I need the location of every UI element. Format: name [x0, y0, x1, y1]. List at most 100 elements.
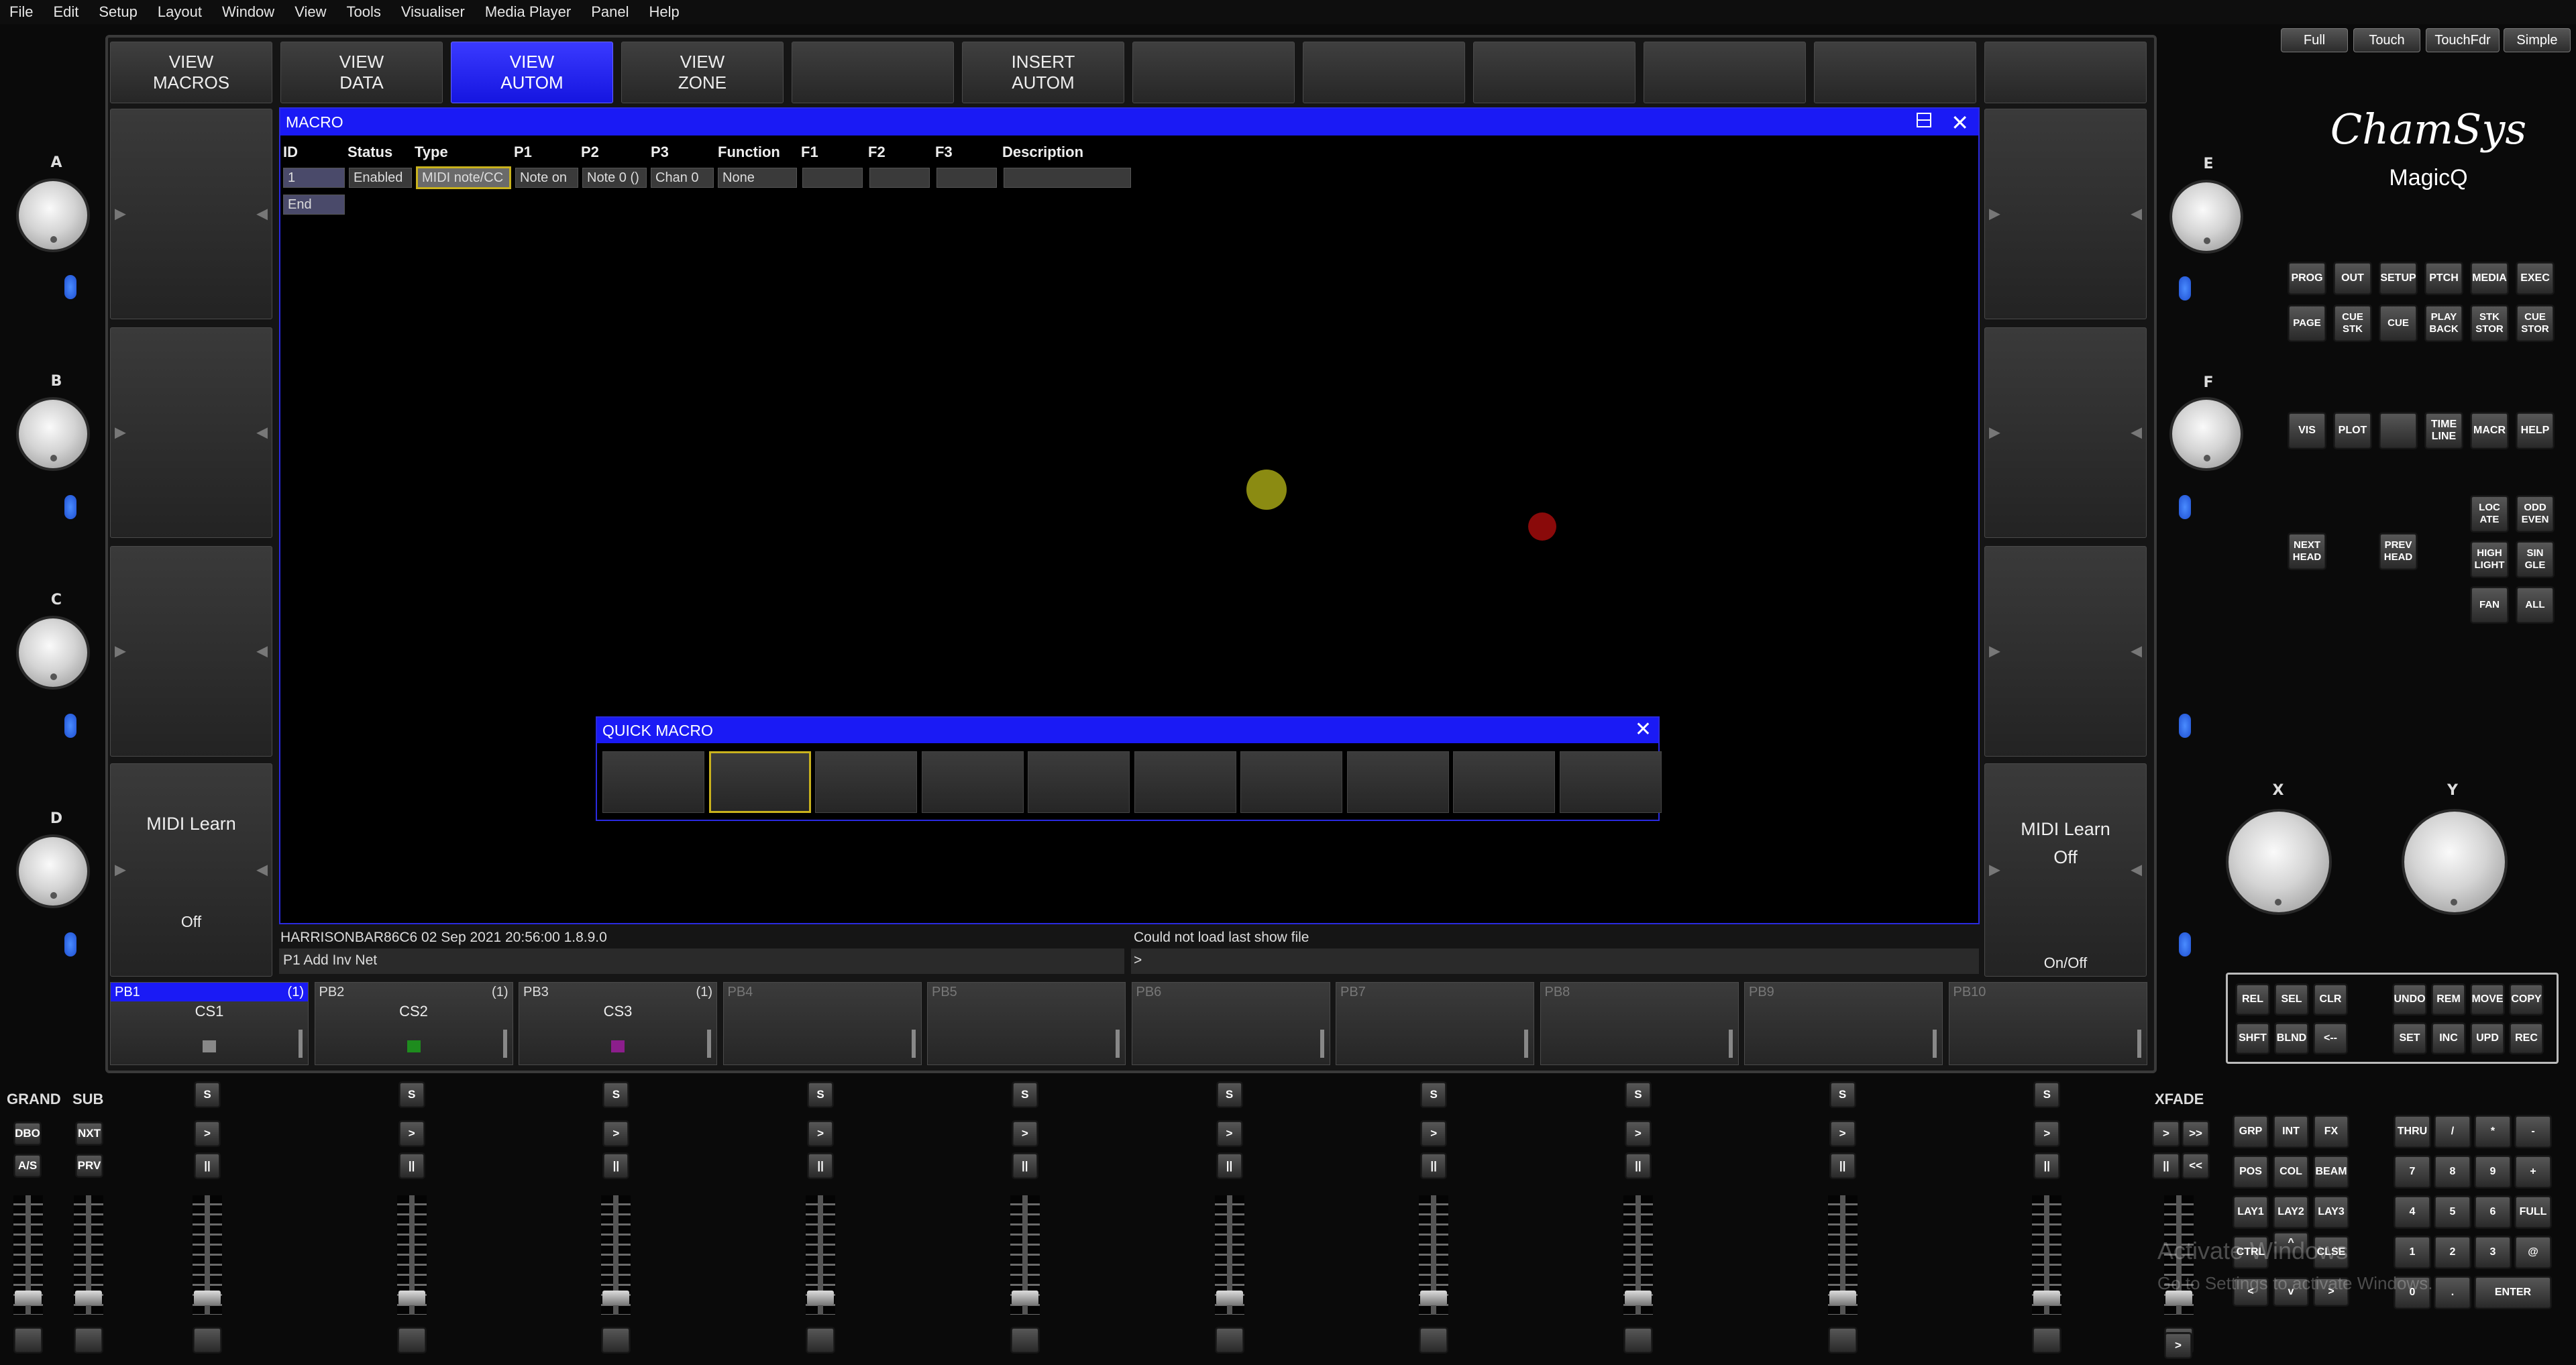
- key-int[interactable]: INT: [2274, 1116, 2308, 1147]
- keypad-enter[interactable]: ENTER: [2475, 1277, 2551, 1308]
- key-rec[interactable]: REC: [2510, 1024, 2542, 1053]
- quick-macro-slot-8[interactable]: [1346, 751, 1449, 813]
- playback-4[interactable]: PB4: [722, 982, 922, 1065]
- key-move[interactable]: MOVE: [2471, 985, 2504, 1014]
- playback-fader-6-handle[interactable]: [1216, 1291, 1243, 1305]
- maximize-icon[interactable]: [1917, 113, 1931, 127]
- encoder-c-knob[interactable]: [19, 618, 87, 687]
- playback-go-button[interactable]: >: [195, 1122, 219, 1146]
- menu-tools[interactable]: Tools: [346, 3, 380, 21]
- playback-pause-button[interactable]: ||: [1012, 1154, 1037, 1178]
- playback-select-button[interactable]: S: [1217, 1083, 1242, 1107]
- playback-fader-7-handle[interactable]: [1420, 1291, 1448, 1305]
- window-button-cue-stor[interactable]: CUE STOR: [2517, 306, 2553, 341]
- playback-select-button[interactable]: S: [1012, 1083, 1037, 1107]
- playback-go-button[interactable]: >: [1421, 1122, 1446, 1146]
- key-grp[interactable]: GRP: [2234, 1116, 2267, 1147]
- menu-view[interactable]: View: [294, 3, 326, 21]
- menu-media-player[interactable]: Media Player: [485, 3, 571, 21]
- menu-help[interactable]: Help: [649, 3, 680, 21]
- key-inc[interactable]: INC: [2432, 1024, 2465, 1053]
- input-prompt[interactable]: >: [1134, 952, 1142, 969]
- sub-master-fader-flash-button[interactable]: [75, 1328, 102, 1352]
- playback-fader-5-flash-button[interactable]: [1011, 1328, 1038, 1352]
- playback-fader-1-flash-button[interactable]: [194, 1328, 221, 1352]
- playback-5[interactable]: PB5: [927, 982, 1126, 1065]
- cell-f2[interactable]: [869, 168, 930, 188]
- left-soft-button-3[interactable]: ▶ ◀: [110, 546, 272, 757]
- top-soft-button-11[interactable]: [1814, 42, 1976, 103]
- playback-fader-9-handle[interactable]: [1829, 1291, 1856, 1305]
- playback-fader-4-handle[interactable]: [807, 1291, 835, 1305]
- midi-learn-left-button[interactable]: ▶ ◀ MIDI Learn Off: [110, 763, 272, 977]
- playback-fader-1-handle[interactable]: [194, 1291, 221, 1305]
- playback-pause-button[interactable]: ||: [2035, 1154, 2059, 1178]
- window-button-plot[interactable]: PLOT: [2334, 413, 2371, 448]
- key-lay3[interactable]: LAY3: [2314, 1197, 2348, 1227]
- playback-fader-8-handle[interactable]: [1624, 1291, 1652, 1305]
- playback-pause-button[interactable]: ||: [604, 1154, 629, 1178]
- encoder-a-knob[interactable]: [19, 181, 87, 250]
- keypad-8[interactable]: 8: [2435, 1156, 2470, 1187]
- top-soft-button-5[interactable]: [792, 42, 954, 103]
- cell-p2[interactable]: Note 0 (): [582, 168, 647, 188]
- playback-fader-6-flash-button[interactable]: [1216, 1328, 1243, 1352]
- top-soft-button-7[interactable]: [1132, 42, 1295, 103]
- playback-go-button[interactable]: >: [808, 1122, 833, 1146]
- playback-7[interactable]: PB7: [1336, 982, 1534, 1065]
- quick-macro-slot-2[interactable]: [708, 751, 811, 813]
- cell-function[interactable]: None: [718, 168, 797, 188]
- keypad-x[interactable]: +: [2516, 1156, 2551, 1187]
- quick-macro-slot-4[interactable]: [921, 751, 1024, 813]
- playback-select-button[interactable]: S: [604, 1083, 629, 1107]
- window-button-help[interactable]: HELP: [2517, 413, 2553, 448]
- prev-head-button[interactable]: PREV HEAD: [2380, 534, 2416, 569]
- quick-macro-slot-10[interactable]: [1559, 751, 1662, 813]
- playback-fader-10-flash-button[interactable]: [2033, 1328, 2061, 1352]
- playback-fader-3-flash-button[interactable]: [602, 1328, 630, 1352]
- playback-pause-button[interactable]: ||: [1625, 1154, 1650, 1178]
- playback-pause-button[interactable]: ||: [1421, 1154, 1446, 1178]
- keypad-9[interactable]: 9: [2475, 1156, 2510, 1187]
- playback-select-button[interactable]: S: [1830, 1083, 1855, 1107]
- window-button-page[interactable]: PAGE: [2289, 306, 2325, 341]
- keypad-full[interactable]: FULL: [2516, 1197, 2551, 1227]
- encoder-d-knob[interactable]: [19, 837, 87, 906]
- xfade-next-button[interactable]: >: [2165, 1333, 2191, 1358]
- top-soft-button-8[interactable]: [1303, 42, 1465, 103]
- window-button-out[interactable]: OUT: [2334, 263, 2371, 294]
- playback-fader-5-handle[interactable]: [1011, 1291, 1038, 1305]
- cell-status[interactable]: Enabled: [349, 168, 412, 188]
- playback-fader-2-handle[interactable]: [398, 1291, 425, 1305]
- encoder-e-knob[interactable]: [2172, 182, 2241, 251]
- playback-select-button[interactable]: S: [1625, 1083, 1650, 1107]
- cell-p1[interactable]: Note on: [515, 168, 578, 188]
- quick-macro-slot-5[interactable]: [1028, 751, 1130, 813]
- odd-even-button[interactable]: ODD EVEN: [2517, 496, 2553, 531]
- key-upd[interactable]: UPD: [2471, 1024, 2504, 1053]
- playback-pause-button[interactable]: ||: [1217, 1154, 1242, 1178]
- playback-9[interactable]: PB9: [1744, 982, 1943, 1065]
- quick-macro-slot-3[interactable]: [815, 751, 917, 813]
- key-lay1[interactable]: LAY1: [2234, 1197, 2267, 1227]
- key-rem[interactable]: REM: [2432, 985, 2465, 1014]
- playback-go-button[interactable]: >: [399, 1122, 424, 1146]
- key-clr[interactable]: CLR: [2314, 985, 2347, 1014]
- key-undo[interactable]: UNDO: [2394, 985, 2426, 1014]
- playback-fader-2-flash-button[interactable]: [398, 1328, 425, 1352]
- keypad-2[interactable]: 2: [2435, 1237, 2470, 1268]
- xfade-fast-back-button[interactable]: <<: [2183, 1154, 2208, 1178]
- cell-p3[interactable]: Chan 0: [651, 168, 714, 188]
- quick-macro-slot-6[interactable]: [1134, 751, 1236, 813]
- keypad-5[interactable]: 5: [2435, 1197, 2470, 1227]
- key-[interactable]: <--: [2314, 1024, 2347, 1053]
- encoder-y-knob[interactable]: [2404, 812, 2505, 912]
- right-soft-button-1[interactable]: ▶ ◀: [1984, 109, 2147, 319]
- top-soft-button-10[interactable]: [1644, 42, 1806, 103]
- menu-window[interactable]: Window: [222, 3, 274, 21]
- next-head-button[interactable]: NEXT HEAD: [2289, 534, 2325, 569]
- keypad-7[interactable]: 7: [2395, 1156, 2430, 1187]
- cell-id[interactable]: 1: [283, 168, 345, 188]
- playback-pause-button[interactable]: ||: [1830, 1154, 1855, 1178]
- keypad-x[interactable]: -: [2516, 1116, 2551, 1147]
